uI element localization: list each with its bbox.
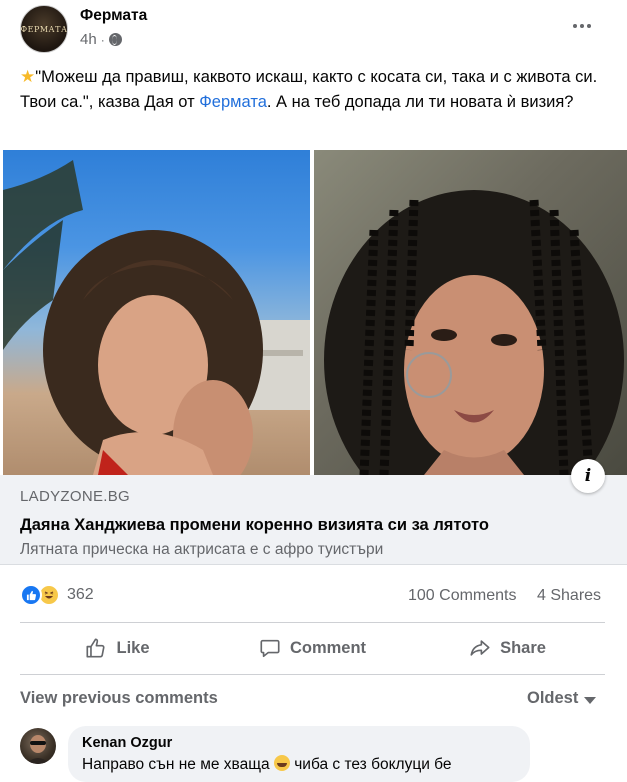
- divider: [20, 674, 605, 675]
- post-time[interactable]: 4h: [80, 31, 97, 48]
- info-icon[interactable]: i: [571, 459, 605, 493]
- avatar-logo-text: ФЕРМАТА: [20, 24, 68, 34]
- caret-down-icon: [584, 696, 597, 704]
- page-avatar[interactable]: ФЕРМАТА: [20, 5, 68, 53]
- page-name[interactable]: Фермата: [80, 7, 147, 25]
- post-text-part-2: . А на теб допада ли ти новата ѝ визия?: [266, 93, 574, 111]
- comment-text-part-2: чиба с тез боклуци бе: [289, 756, 452, 773]
- comments-count[interactable]: 100 Comments: [408, 587, 517, 605]
- divider: [20, 622, 605, 623]
- meta-separator: ·: [100, 32, 105, 47]
- more-options-icon[interactable]: [565, 14, 599, 38]
- post-header: ФЕРМАТА Фермата 4h ·: [0, 0, 627, 62]
- thumbs-up-icon: [86, 638, 106, 658]
- star-icon: ★: [20, 67, 36, 86]
- post-meta: 4h ·: [80, 31, 122, 48]
- view-previous-comments[interactable]: View previous comments: [20, 689, 218, 708]
- comment-author[interactable]: Kenan Ozgur: [82, 735, 516, 751]
- shares-count[interactable]: 4 Shares: [537, 587, 601, 605]
- comment-text-part-1: Направо сън не ме хваща: [82, 756, 274, 773]
- like-reaction-icon: [20, 584, 42, 606]
- comment-button[interactable]: Comment: [215, 625, 410, 671]
- comment-label: Comment: [289, 638, 367, 657]
- comment-bubble: Kenan Ozgur Направо сън не ме хваща чиба…: [68, 726, 530, 782]
- preview-domain: LADYZONE.BG: [20, 488, 130, 505]
- photo-left[interactable]: [3, 150, 310, 475]
- comment-icon: [260, 639, 280, 658]
- share-label: Share: [500, 638, 546, 657]
- comment-sort-dropdown[interactable]: Oldest: [527, 689, 597, 708]
- preview-description: Лятната прическа на актрисата е с афро т…: [20, 541, 384, 558]
- photo-right[interactable]: [314, 150, 627, 475]
- post-text: ★"Можеш да правиш, каквото искаш, както …: [20, 64, 610, 115]
- sort-label: Oldest: [527, 689, 579, 707]
- post-stats: 362 100 Comments 4 Shares: [0, 575, 627, 617]
- preview-title[interactable]: Даяна Ханджиева промени коренно визията …: [20, 516, 489, 535]
- commenter-avatar[interactable]: [20, 728, 56, 764]
- reaction-count: 362: [67, 586, 94, 603]
- post-page-link[interactable]: Фермата: [199, 93, 267, 111]
- post-photos[interactable]: [0, 150, 627, 475]
- like-label: Like: [116, 638, 150, 657]
- share-icon: [470, 640, 490, 656]
- laughing-emoji-icon: [273, 755, 290, 771]
- like-button[interactable]: Like: [20, 625, 215, 671]
- comment-text: Направо сън не ме хваща чиба с тез боклу…: [82, 755, 516, 774]
- globe-icon: [108, 33, 122, 46]
- action-bar: Like Comment Share: [20, 625, 605, 671]
- link-preview[interactable]: LADYZONE.BG Даяна Ханджиева промени коре…: [0, 475, 627, 565]
- reactions-summary[interactable]: 362: [20, 584, 94, 606]
- share-button[interactable]: Share: [410, 625, 605, 671]
